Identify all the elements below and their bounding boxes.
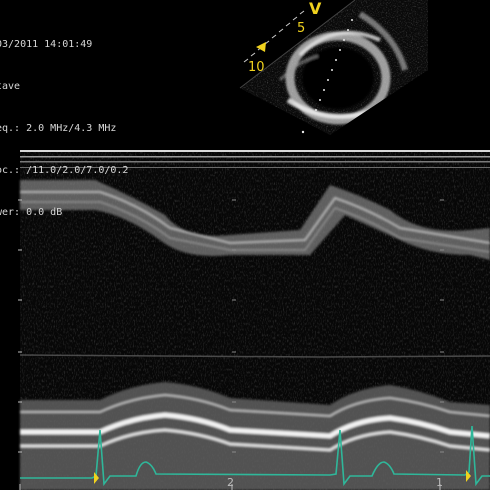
processing-setting: oc.: /11.0/2.0/7.0/0.2 [0, 165, 129, 176]
harmonic-mode: tave [0, 81, 21, 92]
time-label-2: 2 [227, 476, 234, 489]
depth-label-10: 10 [248, 60, 265, 75]
yellow-triangle-focus-icon [256, 42, 266, 52]
time-label-1: 1 [436, 476, 443, 489]
acquisition-info: 03/2011 14:01:49 tave eq.: 2.0 MHz/4.3 M… [0, 10, 128, 234]
depth-label-5: 5 [297, 21, 306, 36]
acquisition-datetime: 03/2011 14:01:49 [0, 39, 93, 50]
frequency-setting: eq.: 2.0 MHz/4.3 MHz [0, 123, 117, 134]
power-setting: wer: 0.0 dB [0, 207, 63, 218]
orientation-marker-v-icon: V [309, 0, 322, 18]
